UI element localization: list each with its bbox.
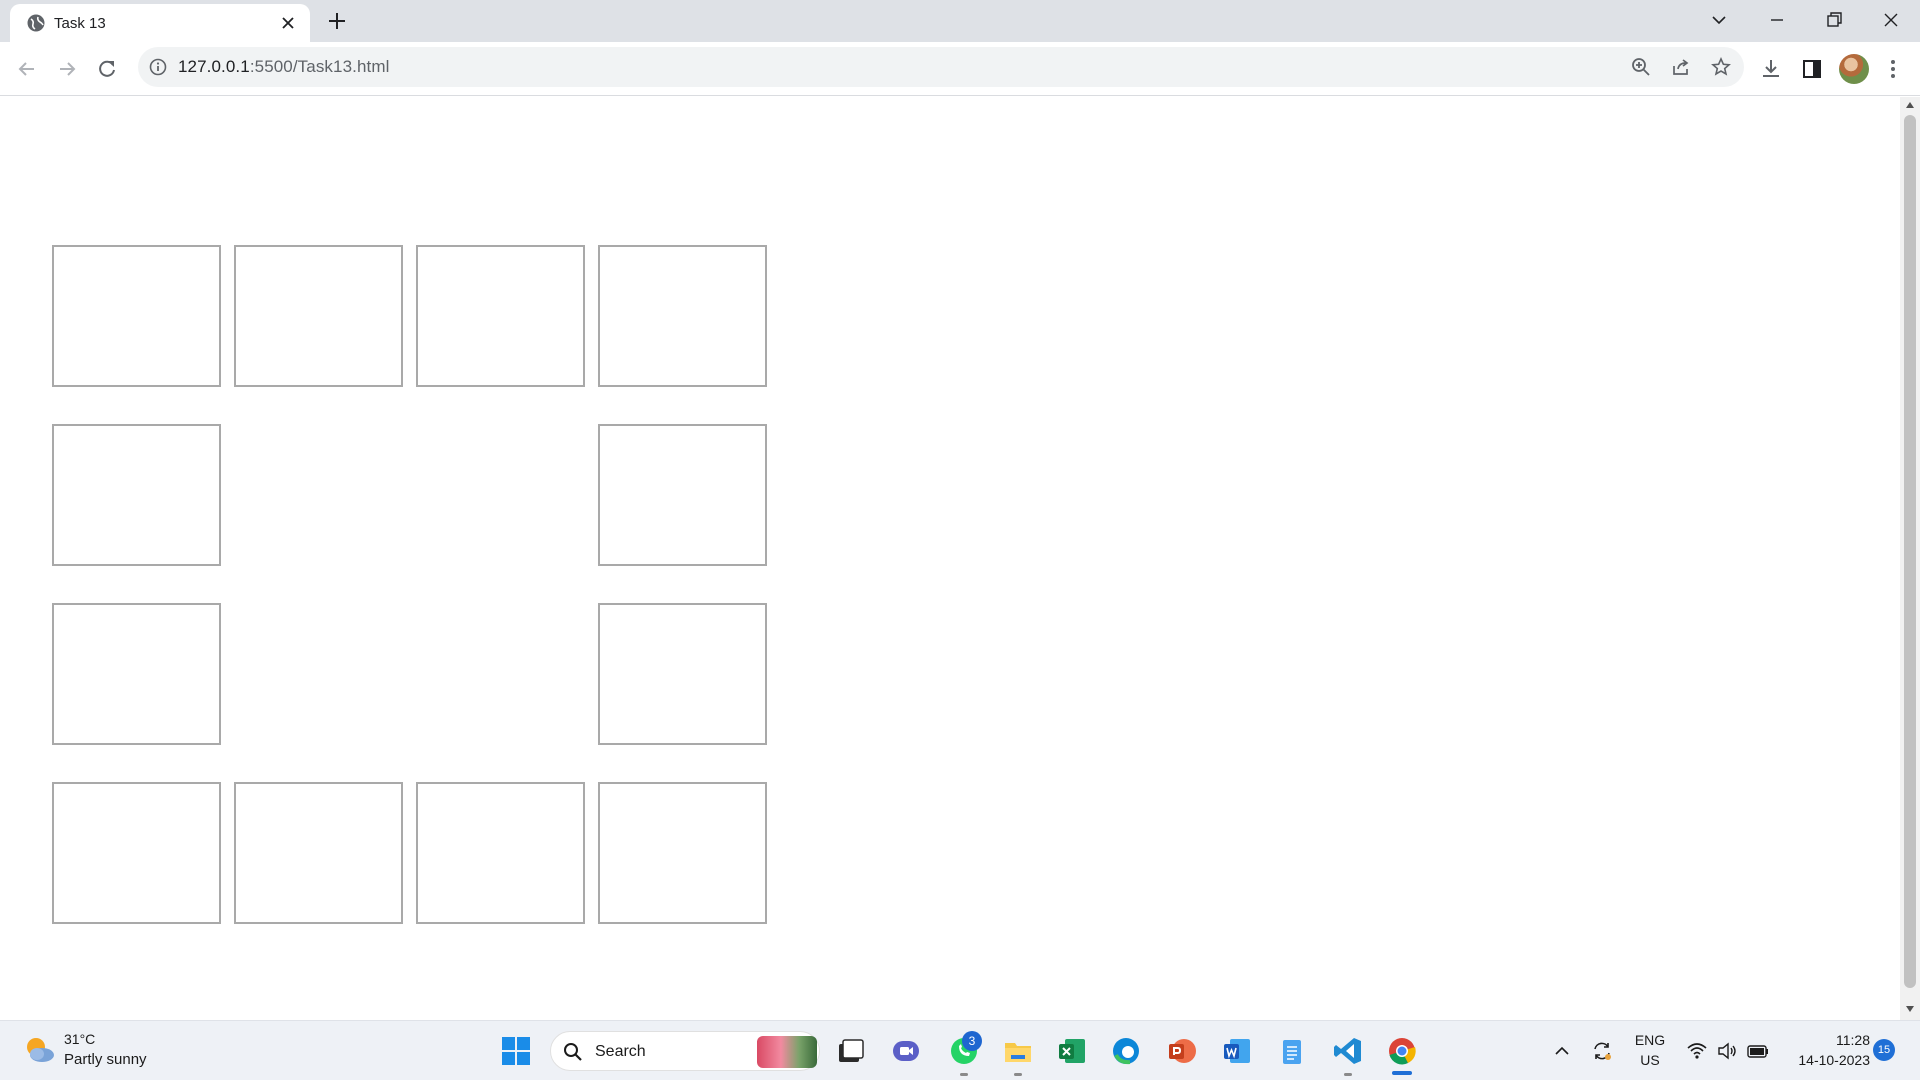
back-icon[interactable] — [14, 56, 40, 82]
grid-box — [234, 782, 403, 924]
info-icon[interactable] — [148, 57, 168, 77]
search-highlight-image — [757, 1036, 817, 1068]
clock-date[interactable]: 14-10-2023 — [1780, 1052, 1870, 1068]
search-label: Search — [595, 1043, 646, 1060]
windows-start-icon[interactable] — [500, 1035, 532, 1067]
search-icon — [564, 1043, 582, 1061]
whatsapp-running-indicator — [960, 1073, 968, 1076]
grid-box — [52, 603, 221, 745]
grid-box — [598, 603, 767, 745]
excel-icon[interactable] — [1056, 1035, 1088, 1067]
taskbar-search[interactable]: Search — [550, 1031, 820, 1071]
close-window-icon[interactable] — [1879, 8, 1903, 32]
close-tab-icon[interactable] — [280, 15, 296, 31]
word-icon[interactable] — [1221, 1035, 1253, 1067]
grid-box — [598, 424, 767, 566]
url-path: :5500/Task13.html — [249, 57, 390, 76]
download-icon[interactable] — [1758, 56, 1784, 82]
chrome-icon[interactable] — [1386, 1035, 1418, 1067]
vscode-running-indicator — [1344, 1073, 1352, 1076]
tab-title: Task 13 — [54, 15, 106, 32]
notification-count-badge[interactable]: 15 — [1873, 1039, 1895, 1061]
scroll-up-arrow-icon[interactable] — [1905, 101, 1915, 109]
grid-box — [234, 245, 403, 387]
tab-search-icon[interactable] — [1707, 8, 1731, 32]
forward-icon[interactable] — [54, 56, 80, 82]
partly-sunny-icon[interactable] — [22, 1033, 56, 1067]
grid-box — [416, 782, 585, 924]
grid-box — [416, 245, 585, 387]
wifi-icon[interactable] — [1686, 1040, 1708, 1062]
whatsapp-badge: 3 — [962, 1031, 982, 1051]
side-panel-icon[interactable] — [1799, 56, 1825, 82]
share-icon[interactable] — [1670, 56, 1692, 78]
weather-description[interactable]: Partly sunny — [64, 1051, 147, 1068]
chevron-up-icon[interactable] — [1552, 1041, 1572, 1061]
file-explorer-icon[interactable] — [1002, 1035, 1034, 1067]
vscode-icon[interactable] — [1332, 1035, 1364, 1067]
teams-icon[interactable] — [890, 1035, 922, 1067]
profile-avatar[interactable] — [1839, 54, 1869, 84]
globe-icon — [27, 14, 45, 32]
browser-tab[interactable]: Task 13 — [10, 4, 310, 42]
notepad-icon[interactable] — [1276, 1035, 1308, 1067]
scroll-thumb[interactable] — [1904, 115, 1916, 988]
language-region[interactable]: US — [1630, 1052, 1670, 1068]
url-text: 127.0.0.1:5500/Task13.html — [178, 57, 389, 77]
sync-icon[interactable] — [1590, 1039, 1614, 1063]
url-host: 127.0.0.1 — [178, 57, 250, 76]
volume-icon[interactable] — [1716, 1040, 1738, 1062]
clock-time[interactable]: 11:28 — [1780, 1032, 1870, 1048]
zoom-icon[interactable] — [1630, 56, 1652, 78]
scroll-down-arrow-icon[interactable] — [1905, 1005, 1915, 1013]
grid-box — [52, 245, 221, 387]
reload-icon[interactable] — [94, 56, 120, 82]
vertical-scrollbar[interactable] — [1900, 97, 1920, 1020]
explorer-running-indicator — [1014, 1073, 1022, 1076]
grid-box — [52, 424, 221, 566]
grid-box — [52, 782, 221, 924]
grid-box — [598, 245, 767, 387]
task-view-icon[interactable] — [834, 1035, 866, 1067]
weather-temperature[interactable]: 31°C — [64, 1031, 95, 1047]
browser-toolbar: 127.0.0.1:5500/Task13.html — [0, 42, 1920, 96]
chrome-active-indicator — [1392, 1071, 1412, 1075]
powerpoint-icon[interactable] — [1166, 1035, 1198, 1067]
language-code[interactable]: ENG — [1630, 1032, 1670, 1048]
address-bar[interactable]: 127.0.0.1:5500/Task13.html — [138, 47, 1744, 87]
star-icon[interactable] — [1710, 56, 1732, 78]
menu-icon[interactable] — [1880, 56, 1906, 82]
minimize-icon[interactable] — [1765, 8, 1789, 32]
battery-icon[interactable] — [1746, 1040, 1770, 1062]
restore-icon[interactable] — [1822, 8, 1846, 32]
grid-box — [598, 782, 767, 924]
tab-strip: Task 13 — [0, 0, 1920, 42]
page-viewport — [0, 97, 1900, 1020]
new-tab-icon[interactable] — [324, 10, 350, 32]
edge-icon[interactable] — [1110, 1035, 1142, 1067]
taskbar: 31°C Partly sunny Search 3 ENG US 11:28 … — [0, 1020, 1920, 1080]
